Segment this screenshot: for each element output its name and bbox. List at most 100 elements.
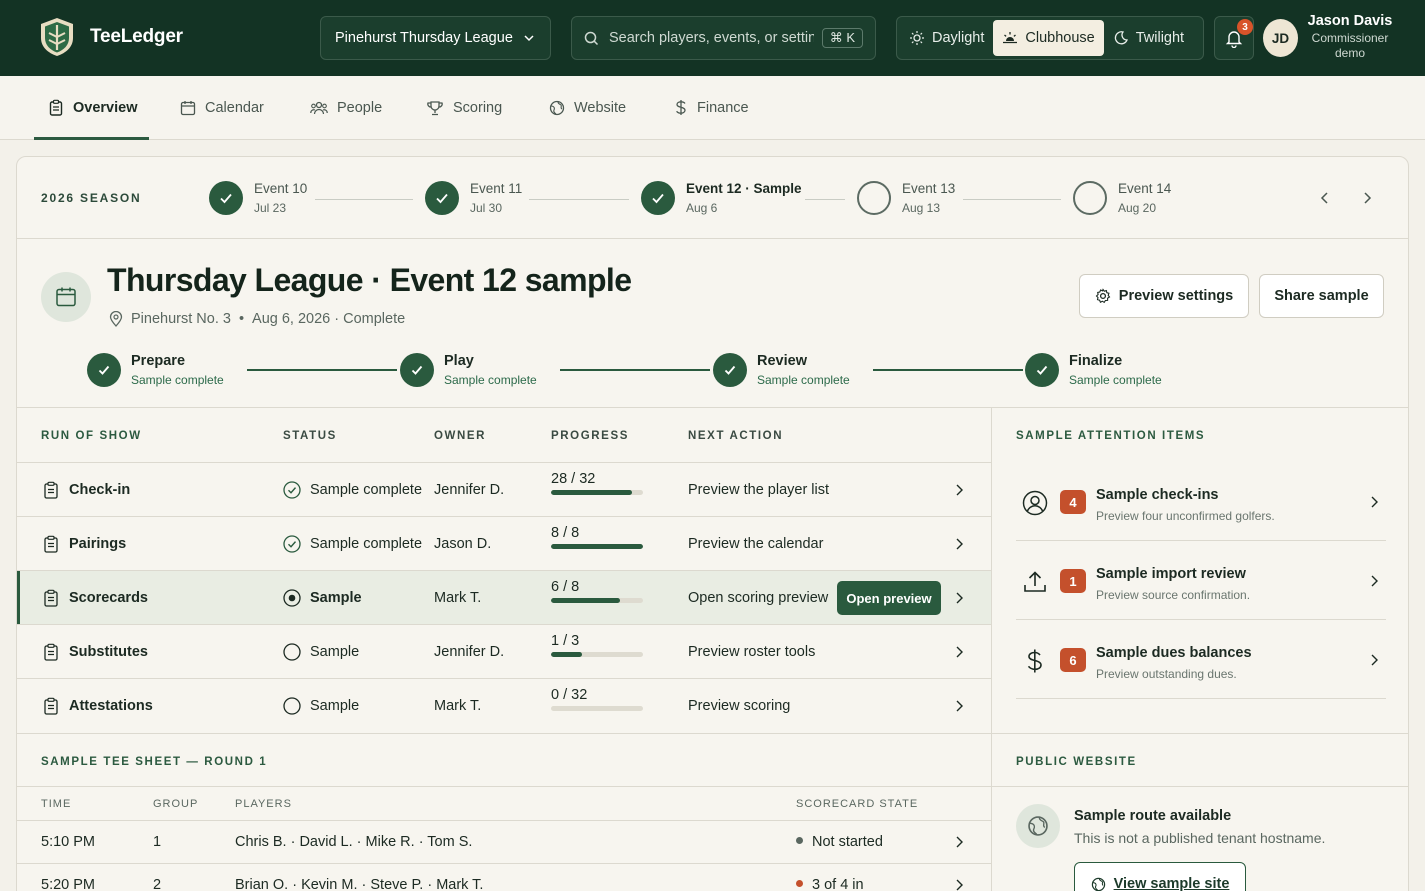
view-sample-site-button[interactable]: View sample site (1074, 862, 1246, 891)
timeline-connector (315, 199, 413, 200)
phase-check (1025, 353, 1059, 387)
row-owner: Jennifer D. (434, 482, 505, 498)
search-input[interactable]: Search players, events, or settings (609, 30, 814, 46)
status-header: STATUS (283, 430, 337, 442)
tab-people[interactable]: People (310, 76, 382, 139)
brand[interactable]: TeeLedger (38, 16, 183, 58)
event-date-status: Aug 6, 2026 · Complete (252, 311, 406, 327)
theme-clubhouse[interactable]: Clubhouse (993, 20, 1104, 56)
theme-twilight[interactable]: Twilight (1104, 20, 1193, 56)
user-info[interactable]: Jason Davis Commissioner demo (1300, 13, 1400, 61)
tab-calendar[interactable]: Calendar (180, 76, 264, 139)
public-website-panel: PUBLIC WEBSITE Sample route available Th… (992, 733, 1408, 891)
state-dot (796, 880, 803, 887)
attention-item[interactable]: 6 Sample dues balances Preview outstandi… (1016, 620, 1386, 699)
row-next-action: Preview roster tools (688, 644, 816, 660)
row-next-action: Preview the calendar (688, 536, 824, 552)
attention-item[interactable]: 1 Sample import review Preview source co… (1016, 541, 1386, 620)
chevron-left-icon[interactable] (1317, 190, 1333, 206)
tee-time: 5:20 PM (41, 877, 95, 891)
table-row[interactable]: Scorecards Sample Mark T. 6 / 8 Open sco… (17, 570, 991, 624)
progress-fill (551, 598, 620, 603)
progress-value: 0 / 32 (551, 687, 588, 703)
season-label: 2026 SEASON (41, 191, 142, 205)
table-row[interactable]: Substitutes Sample Jennifer D. 1 / 3 Pre… (17, 624, 991, 678)
league-selector[interactable]: Pinehurst Thursday League (320, 16, 551, 60)
table-row[interactable]: Attestations Sample Mark T. 0 / 32 Previ… (17, 678, 991, 732)
progress-value: 6 / 8 (551, 579, 580, 595)
table-row[interactable]: 5:10 PM 1 Chris B. · David L. · Mike R. … (17, 820, 991, 863)
event-name: Event 12 · Sample (686, 181, 802, 196)
chevron-right-icon[interactable] (951, 536, 967, 552)
check-circle-icon (283, 535, 301, 553)
attention-title: SAMPLE ATTENTION ITEMS (1016, 430, 1206, 442)
phase-status: Sample complete (444, 373, 537, 387)
progress-value: 8 / 8 (551, 525, 580, 541)
event-date: Jul 23 (254, 201, 287, 215)
share-sample-button[interactable]: Share sample (1259, 274, 1384, 318)
avatar[interactable]: JD (1263, 19, 1298, 57)
season-timeline: 2026 SEASON Event 10 Jul 23 Event 11 Jul… (17, 157, 1408, 239)
chevron-right-icon[interactable] (951, 590, 967, 606)
tab-people-label: People (337, 99, 383, 116)
sunset-icon (1003, 32, 1018, 44)
theme-switcher: Daylight Clubhouse Twilight (896, 16, 1204, 60)
preview-settings-button[interactable]: Preview settings (1079, 274, 1249, 318)
theme-daylight[interactable]: Daylight (900, 20, 993, 56)
next-action-header: NEXT ACTION (688, 430, 784, 442)
search-bar[interactable]: Search players, events, or settings ⌘ K (571, 16, 876, 60)
tab-scoring[interactable]: Scoring (426, 76, 502, 139)
tab-website[interactable]: Website (549, 76, 626, 139)
event-calendar-badge (41, 272, 91, 322)
timeline-connector (963, 199, 1061, 200)
open-preview-button[interactable]: Open preview (837, 581, 941, 615)
row-progress: 1 / 3 (551, 633, 643, 657)
event-pending-dot (857, 181, 891, 215)
table-row[interactable]: Pairings Sample complete Jason D. 8 / 8 … (17, 516, 991, 570)
attention-item-title: Sample check-ins (1096, 487, 1219, 503)
attention-item-title: Sample import review (1096, 566, 1246, 582)
notification-badge: 3 (1237, 19, 1253, 35)
row-name-label: Attestations (69, 698, 153, 714)
people-icon (310, 101, 328, 114)
row-name-label: Scorecards (69, 590, 148, 606)
tab-website-label: Website (574, 99, 627, 116)
location-pin-icon (109, 311, 123, 327)
public-website-title: PUBLIC WEBSITE (1016, 756, 1137, 768)
check-circle-icon (283, 481, 301, 499)
chevron-right-icon[interactable] (951, 698, 967, 714)
user-circle-icon (1022, 490, 1048, 516)
row-progress: 28 / 32 (551, 471, 643, 495)
chevron-right-icon[interactable] (1359, 190, 1375, 206)
notifications-button[interactable]: 3 (1214, 16, 1254, 60)
tab-overview[interactable]: Overview (34, 76, 149, 140)
shield-logo-icon (41, 18, 73, 56)
clipboard-icon (49, 99, 63, 116)
globe-icon (549, 100, 565, 115)
theme-clubhouse-label: Clubhouse (1025, 30, 1095, 46)
page-title: Thursday League · Event 12 sample (107, 262, 632, 298)
tee-state-label: Not started (812, 834, 883, 850)
event-date: Aug 20 (1118, 201, 1157, 215)
chevron-right-icon[interactable] (951, 834, 967, 850)
row-owner: Jennifer D. (434, 644, 505, 660)
tab-finance[interactable]: Finance (674, 76, 749, 139)
progress-bar (551, 652, 643, 657)
phase-connector (247, 369, 397, 371)
row-progress: 0 / 32 (551, 687, 643, 711)
gear-icon (1095, 288, 1111, 304)
attention-item[interactable]: 4 Sample check-ins Preview four unconfir… (1016, 462, 1386, 541)
tee-players: Brian O. · Kevin M. · Steve P. · Mark T. (235, 877, 484, 891)
chevron-right-icon[interactable] (951, 644, 967, 660)
phase-check (713, 353, 747, 387)
check-icon (98, 365, 110, 375)
row-status-label: Sample (310, 644, 360, 660)
chevron-right-icon[interactable] (951, 877, 967, 891)
preview-settings-label: Preview settings (1118, 288, 1234, 304)
row-status: Sample (283, 625, 359, 679)
event-meta: Pinehurst No. 3 • Aug 6, 2026 · Complete (109, 311, 405, 327)
row-name-label: Check-in (69, 482, 131, 498)
table-row[interactable]: 5:20 PM 2 Brian O. · Kevin M. · Steve P.… (17, 863, 991, 891)
chevron-right-icon[interactable] (951, 482, 967, 498)
table-row[interactable]: Check-in Sample complete Jennifer D. 28 … (17, 462, 991, 516)
